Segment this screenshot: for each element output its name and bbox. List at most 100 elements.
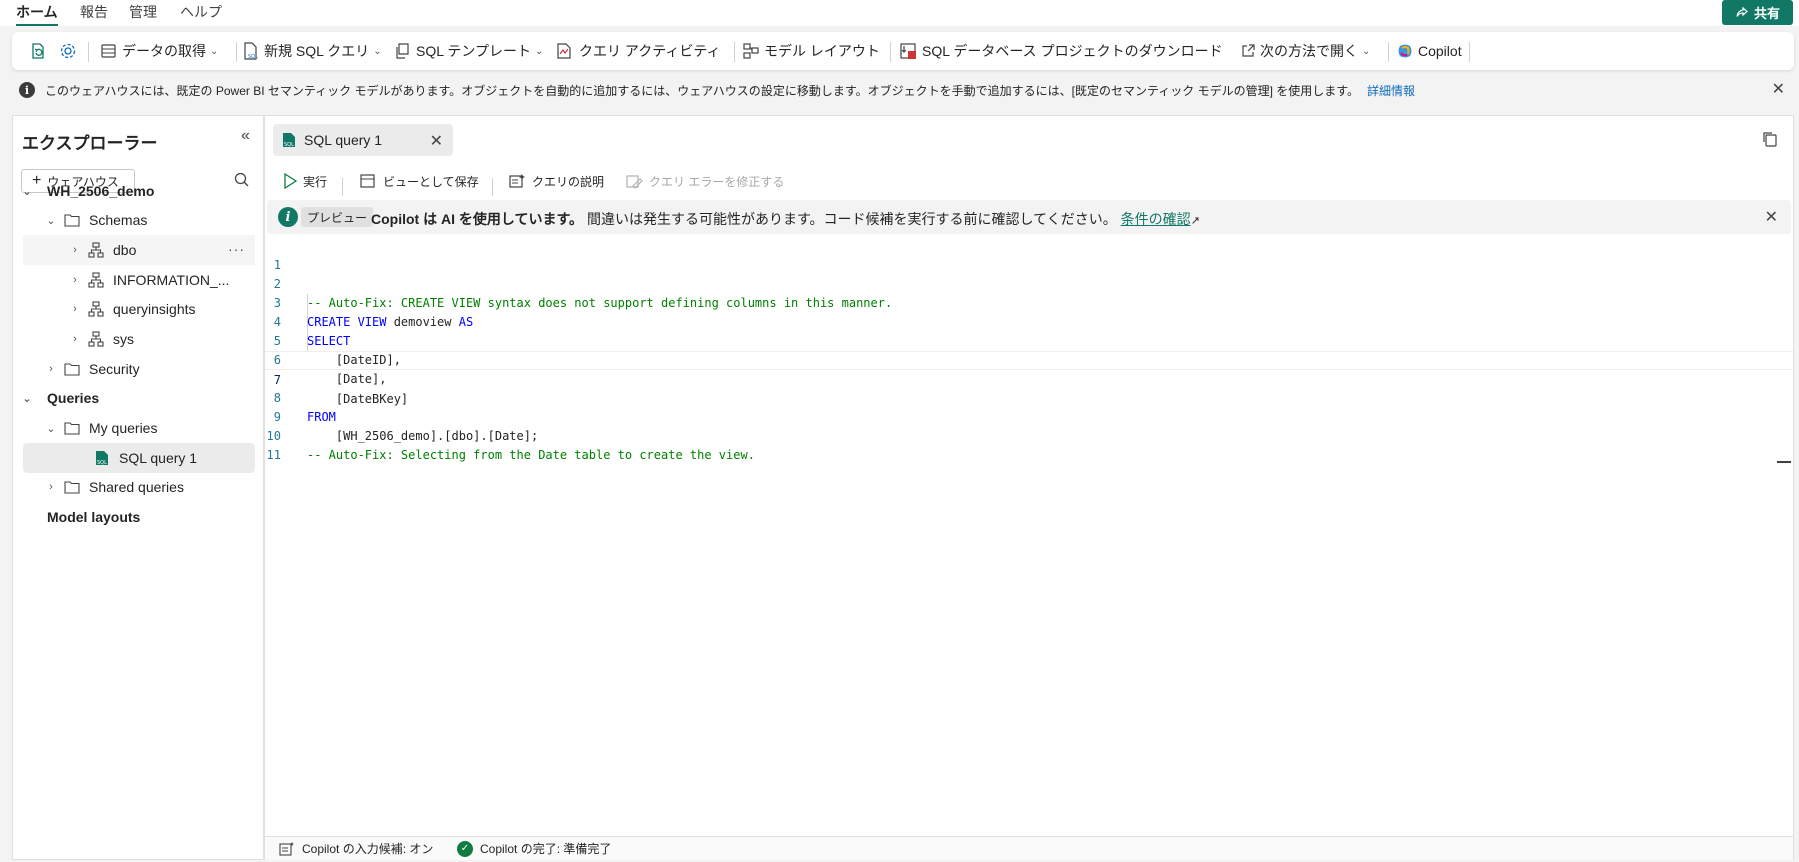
code-line: 11: [265, 427, 1793, 462]
gear-icon: [58, 41, 78, 61]
query-activity-button[interactable]: クエリ アクティビティ: [555, 32, 721, 70]
copy-icon[interactable]: [1761, 130, 1779, 148]
code-line: 4 SELECT: [265, 294, 1793, 348]
chevron-right-icon: ›: [73, 333, 77, 345]
banner-message: このウェアハウスには、既定の Power BI セマンティック モデルがあります…: [45, 82, 1415, 99]
explain-query-label: クエリの説明: [532, 174, 605, 189]
code-editor[interactable]: 1 2 -- Auto-Fix: CREATE VIEW syntax does…: [265, 237, 1793, 837]
chevron-down-icon: ⌄: [22, 392, 32, 405]
tab-home[interactable]: ホーム: [16, 2, 58, 26]
chevron-right-icon: ›: [73, 274, 77, 286]
code-line: 5 [DateID],: [265, 313, 1793, 367]
explain-query-button[interactable]: クエリの説明: [508, 169, 604, 193]
terms-link[interactable]: 条件の確認: [1121, 211, 1191, 227]
open-in-label: 次の方法で開く: [1260, 43, 1358, 59]
schema-icon: [87, 301, 105, 317]
model-layout-label: モデル レイアウト: [764, 43, 880, 59]
tab-report[interactable]: 報告: [80, 2, 108, 26]
close-icon[interactable]: ✕: [430, 131, 443, 151]
tree-schema-information[interactable]: › INFORMATION_...: [23, 265, 255, 295]
tree-my-queries[interactable]: ⌄ My queries: [45, 413, 255, 443]
tab-sql-query-1[interactable]: SQL SQL query 1 ✕: [273, 124, 453, 156]
tree-schemas[interactable]: ⌄ Schemas: [45, 205, 255, 235]
tree-label: Queries: [47, 390, 100, 406]
download-project-button[interactable]: SQL データベース プロジェクトのダウンロード: [898, 32, 1223, 70]
more-options-icon[interactable]: ···: [228, 241, 245, 257]
play-icon: [283, 173, 297, 189]
copilot-icon: [1396, 42, 1414, 60]
code-line: 10 -- Auto-Fix: Selecting from the Date …: [265, 408, 1793, 462]
query-activity-label: クエリ アクティビティ: [579, 43, 721, 59]
database-icon: [100, 42, 118, 60]
learn-more-link[interactable]: 詳細情報: [1367, 84, 1415, 98]
new-sql-query-button[interactable]: SQL 新規 SQL クエリ ⌄: [242, 32, 382, 70]
status-bar: Copilot の入力候補: オン ✓ Copilot の完了: 準備完了: [265, 836, 1793, 860]
copilot-status-label: Copilot の完了: 準備完了: [480, 842, 612, 856]
tree-label: queryinsights: [113, 301, 196, 317]
semantic-model-banner: i このウェアハウスには、既定の Power BI セマンティック モデルがあり…: [0, 74, 1799, 104]
fix-query-errors-label: クエリ エラーを修正する: [649, 174, 785, 189]
close-icon[interactable]: ✕: [1772, 79, 1785, 99]
refresh-icon: [28, 41, 48, 61]
chevron-right-icon: ›: [49, 481, 53, 493]
chevron-down-icon: ⌄: [534, 45, 544, 57]
tree-schema-dbo[interactable]: › dbo ···: [23, 235, 255, 265]
template-icon: [394, 42, 412, 60]
copilot-notice-body: 間違いは発生する可能性があります。コード候補を実行する前に確認してください。: [586, 211, 1117, 227]
save-as-view-label: ビューとして保存: [383, 174, 479, 189]
tree-sql-query-1[interactable]: SQL SQL query 1: [23, 443, 255, 473]
chevron-down-icon: ⌄: [373, 45, 382, 57]
code-line: 3 CREATE VIEW demoview AS: [265, 275, 1793, 329]
model-layout-button[interactable]: モデル レイアウト: [742, 32, 880, 70]
tab-help[interactable]: ヘルプ: [180, 2, 222, 26]
view-icon: [359, 173, 377, 189]
sql-file-icon: SQL: [282, 132, 296, 148]
download-icon: [898, 41, 918, 61]
share-button[interactable]: 共有: [1722, 0, 1793, 25]
sql-template-button[interactable]: SQL テンプレート ⌄: [394, 32, 543, 70]
scrollbar-cursor-marker: [1777, 461, 1791, 463]
code-line: 6 [Date],: [265, 332, 1793, 386]
copilot-suggestions-status[interactable]: Copilot の入力候補: オン: [279, 840, 433, 857]
tree-label: sys: [113, 331, 134, 347]
copilot-suggestions-label: Copilot の入力候補: オン: [302, 842, 434, 856]
close-icon[interactable]: ✕: [1765, 207, 1778, 227]
tree-model-layouts[interactable]: Model layouts: [21, 502, 253, 532]
external-link-icon: [1240, 43, 1256, 59]
chevron-right-icon: ›: [73, 303, 77, 315]
download-project-label: SQL データベース プロジェクトのダウンロード: [922, 43, 1223, 59]
tree-label: Model layouts: [47, 509, 141, 525]
explorer-panel: エクスプローラー « + ウェアハウス ⌄ WH_2506_demo ⌄ Sch…: [12, 115, 264, 860]
collapse-panel-icon[interactable]: «: [241, 127, 250, 145]
open-in-button[interactable]: 次の方法で開く ⌄: [1240, 32, 1370, 70]
chevron-down-icon: ⌄: [22, 185, 32, 198]
tree-label: Shared queries: [89, 479, 184, 495]
code-line-current: 7 [DateBKey]: [265, 351, 1793, 406]
tree-schema-sys[interactable]: › sys: [23, 324, 255, 354]
tab-manage[interactable]: 管理: [129, 2, 157, 26]
tree-queries[interactable]: ⌄ Queries: [21, 383, 253, 413]
chevron-right-icon: ›: [73, 244, 77, 256]
run-label: 実行: [303, 174, 328, 189]
tree-schema-queryinsights[interactable]: › queryinsights: [23, 294, 255, 324]
copilot-notice-bold: Copilot は AI を使用しています。: [371, 211, 584, 227]
svg-text:SQL: SQL: [97, 460, 107, 466]
fix-query-errors-button[interactable]: クエリ エラーを修正する: [625, 169, 784, 193]
tree-warehouse[interactable]: ⌄ WH_2506_demo: [21, 176, 253, 206]
folder-icon: [63, 361, 81, 377]
tree-shared-queries[interactable]: › Shared queries: [45, 472, 255, 502]
save-as-view-button[interactable]: ビューとして保存: [359, 169, 479, 193]
get-data-label: データの取得: [122, 43, 206, 59]
query-editor: SQL SQL query 1 ✕ 実行 ビューとして保存 クエリの説明 クエリ…: [264, 115, 1794, 860]
code-line: 2 -- Auto-Fix: CREATE VIEW syntax does n…: [265, 256, 1793, 310]
explain-icon: [508, 173, 526, 189]
schema-icon: [87, 242, 105, 258]
copilot-button[interactable]: Copilot: [1396, 32, 1462, 70]
top-navigation: ホーム 報告 管理 ヘルプ 共有: [0, 0, 1799, 26]
settings-button[interactable]: [58, 32, 78, 70]
run-button[interactable]: 実行: [283, 169, 327, 193]
copilot-label: Copilot: [1418, 43, 1462, 59]
tree-security[interactable]: › Security: [45, 354, 255, 384]
refresh-button[interactable]: [28, 32, 48, 70]
get-data-button[interactable]: データの取得 ⌄: [100, 32, 218, 70]
